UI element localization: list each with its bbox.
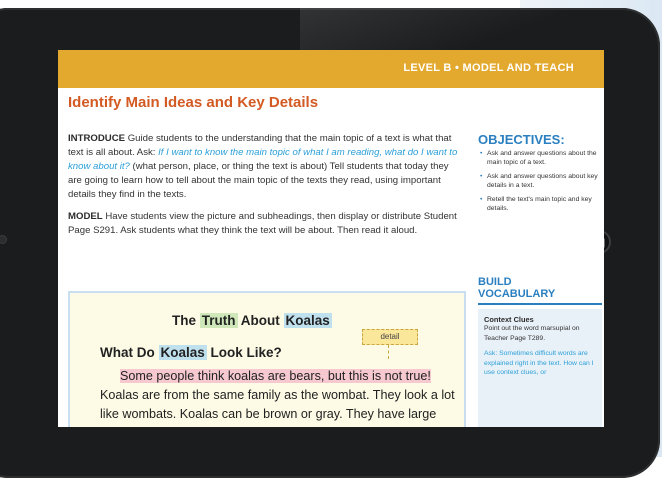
title-word-the: The xyxy=(172,313,200,328)
objectives-heading: OBJECTIVES: xyxy=(478,132,565,147)
title-word-koalas: Koalas xyxy=(283,313,332,328)
context-clues-ask: Ask: Sometimes difficult words are expla… xyxy=(484,350,594,377)
vocabulary-heading-2: VOCABULARY xyxy=(478,288,556,300)
objective-item: Ask and answer questions about key detai… xyxy=(478,172,598,191)
context-clues-heading: Context Clues xyxy=(484,315,534,324)
vocabulary-heading-1: BUILD xyxy=(478,276,512,288)
lesson-title: Identify Main Ideas and Key Details xyxy=(68,94,319,111)
main-content: INTRODUCE Guide students to the understa… xyxy=(68,132,463,246)
title-word-about: About xyxy=(237,313,284,328)
objectives-list: Ask and answer questions about the main … xyxy=(478,149,598,213)
context-clues-box: Context Clues Point out the word marsupi… xyxy=(478,309,602,427)
detail-highlight: Some people think koalas are bears, but … xyxy=(120,369,431,383)
sub-word-rest: Look Like? xyxy=(206,345,282,360)
detail-connector xyxy=(388,345,390,359)
sub-word-koalas: Koalas xyxy=(158,345,207,360)
body-text: Koalas are from the same family as the w… xyxy=(100,388,455,421)
model-text: Have students view the picture and subhe… xyxy=(68,211,457,236)
student-page-excerpt: The Truth About Koalas detail What Do Ko… xyxy=(68,291,466,427)
excerpt-body: Some people think koalas are bears, but … xyxy=(100,367,456,424)
excerpt-subheading: What Do Koalas Look Like? xyxy=(100,345,282,360)
vocabulary-panel: BUILD VOCABULARY Context Clues Point out… xyxy=(478,276,604,427)
objectives-panel: OBJECTIVES: Ask and answer questions abo… xyxy=(478,132,598,217)
title-word-truth: Truth xyxy=(199,313,238,328)
detail-annotation: detail xyxy=(362,329,418,345)
excerpt-title: The Truth About Koalas xyxy=(172,313,332,328)
context-clues-text: Point out the word marsupial on Teacher … xyxy=(484,325,580,342)
sub-word-what: What Do xyxy=(100,345,159,360)
model-label: MODEL xyxy=(68,211,103,222)
level-header-text: LEVEL B • MODEL AND TEACH xyxy=(403,62,574,74)
introduce-paragraph: INTRODUCE Guide students to the understa… xyxy=(68,132,463,202)
level-header-bar: LEVEL B • MODEL AND TEACH xyxy=(58,50,604,88)
vocabulary-divider xyxy=(478,303,602,305)
model-paragraph: MODEL Have students view the picture and… xyxy=(68,210,463,238)
objective-item: Ask and answer questions about the main … xyxy=(478,149,598,168)
introduce-label: INTRODUCE xyxy=(68,133,126,144)
tablet-screen: LEVEL B • MODEL AND TEACH Identify Main … xyxy=(58,50,604,427)
objective-item: Retell the text's main topic and key det… xyxy=(478,195,598,214)
camera-icon xyxy=(0,236,6,243)
